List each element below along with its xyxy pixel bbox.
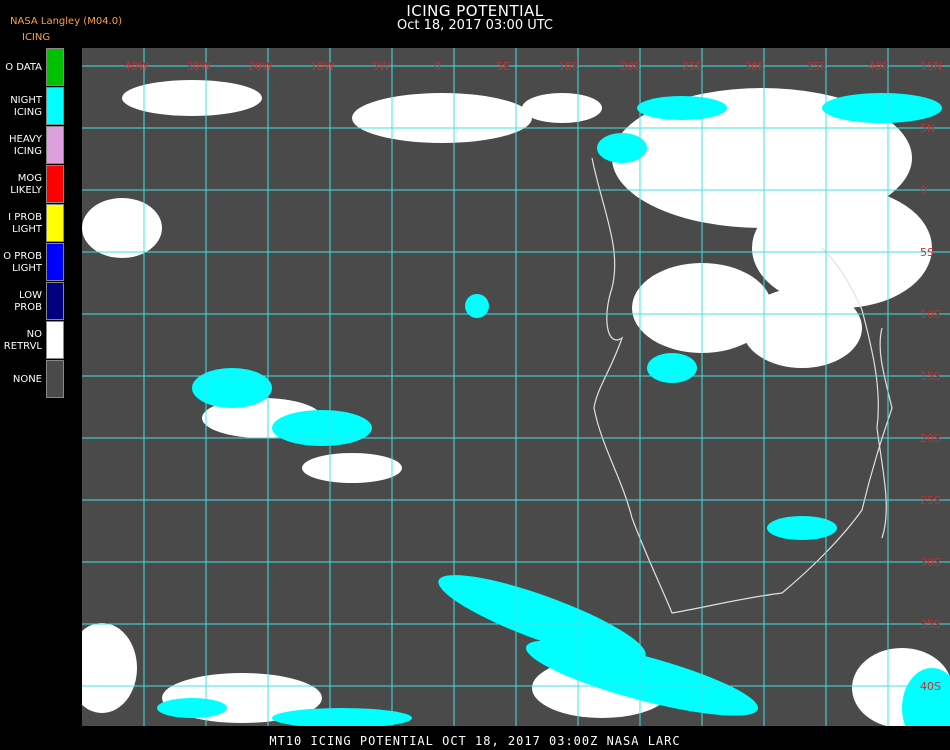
longitude-label: 10E bbox=[558, 60, 579, 73]
map-panel: 40W 30W 20W 10W 5W 0 5E 10E 20E 25E 30E 35E 40E 15N 5N… bbox=[82, 48, 950, 726]
provider-label: NASA Langley (M04.0) bbox=[10, 16, 122, 27]
latitude-label: 25S bbox=[920, 494, 941, 507]
latitude-label: 15N bbox=[920, 60, 942, 73]
legend-title: ICING bbox=[22, 32, 51, 43]
legend-label: I PROB LIGHT bbox=[8, 211, 42, 235]
legend-swatch bbox=[46, 48, 64, 86]
latitude-label: 40S bbox=[920, 680, 941, 693]
latitude-label: 15S bbox=[920, 370, 941, 383]
longitude-label: 20E bbox=[620, 60, 641, 73]
madagascar-coast-path bbox=[861, 309, 887, 539]
latitude-label: 5N bbox=[920, 122, 935, 135]
legend-item-hi-prob-light: I PROB LIGHT bbox=[0, 204, 66, 243]
longitude-label: 20W bbox=[248, 60, 273, 73]
longitude-label: 25E bbox=[682, 60, 703, 73]
icing-region bbox=[272, 410, 372, 446]
longitude-label: 40W bbox=[124, 60, 149, 73]
cloud-region bbox=[82, 623, 137, 713]
latitude-label: 30S bbox=[920, 556, 941, 569]
legend-label: NO RETRVL bbox=[3, 328, 42, 352]
latitude-label: 20S bbox=[920, 432, 941, 445]
footer-caption: MT10 ICING POTENTIAL OCT 18, 2017 03:00Z… bbox=[269, 734, 681, 748]
legend-swatch bbox=[46, 282, 64, 320]
cloud-region bbox=[742, 288, 862, 368]
cloud-region bbox=[302, 453, 402, 483]
longitude-label: 40E bbox=[868, 60, 889, 73]
cloud-region bbox=[752, 188, 932, 308]
icing-region bbox=[647, 353, 697, 383]
legend-item-low-prob: LOW PROB bbox=[0, 282, 66, 321]
legend-swatch bbox=[46, 360, 64, 398]
legend-item-no-data: O DATA bbox=[0, 48, 66, 87]
legend-swatch bbox=[46, 321, 64, 359]
legend-label: LOW PROB bbox=[14, 289, 42, 313]
longitude-label: 30W bbox=[186, 60, 211, 73]
cloud-region bbox=[82, 198, 162, 258]
legend-label: O PROB LIGHT bbox=[3, 250, 42, 274]
legend-swatch bbox=[46, 165, 64, 203]
legend-label: NONE bbox=[12, 373, 42, 385]
legend-item-no-retrieval: NO RETRVL bbox=[0, 321, 66, 360]
icing-region bbox=[192, 368, 272, 408]
legend-swatch bbox=[46, 126, 64, 164]
legend-item-heavy-icing: HEAVY ICING bbox=[0, 126, 66, 165]
legend-swatch bbox=[46, 87, 64, 125]
latitude-label: 0 bbox=[920, 184, 927, 197]
icing-region bbox=[637, 96, 727, 120]
map-canvas: 40W 30W 20W 10W 5W 0 5E 10E 20E 25E 30E 35E 40E 15N 5N… bbox=[82, 48, 950, 726]
legend-swatch bbox=[46, 204, 64, 242]
page-subtitle: Oct 18, 2017 03:00 UTC bbox=[397, 18, 553, 33]
cloud-region bbox=[122, 80, 262, 116]
longitude-label: 0 bbox=[434, 60, 441, 73]
legend-label: MOG LIKELY bbox=[10, 172, 42, 196]
legend-label: O DATA bbox=[5, 61, 42, 73]
legend-item-night-icing: NIGHT ICING bbox=[0, 87, 66, 126]
latitude-label: 35S bbox=[920, 618, 941, 631]
legend-item-none: NONE bbox=[0, 360, 66, 399]
longitude-label: 35E bbox=[806, 60, 827, 73]
longitude-label: 5E bbox=[496, 60, 510, 73]
cloud-region bbox=[352, 93, 532, 143]
longitude-label: 30E bbox=[744, 60, 765, 73]
legend-swatch bbox=[46, 243, 64, 281]
legend-label: HEAVY ICING bbox=[9, 133, 42, 157]
longitude-label: 10W bbox=[310, 60, 335, 73]
latitude-label: 5S bbox=[920, 246, 934, 259]
legend-label: NIGHT ICING bbox=[10, 94, 42, 118]
legend-item-mog-likely: MOG LIKELY bbox=[0, 165, 66, 204]
cloud-region bbox=[522, 93, 602, 123]
legend-item-lo-prob-light: O PROB LIGHT bbox=[0, 243, 66, 282]
icing-region bbox=[822, 93, 942, 123]
longitude-label: 5W bbox=[372, 60, 390, 73]
latitude-label: 10S bbox=[920, 308, 941, 321]
icing-region bbox=[157, 698, 227, 718]
legend: O DATA NIGHT ICING HEAVY ICING MOG LIKELY I… bbox=[0, 48, 66, 399]
